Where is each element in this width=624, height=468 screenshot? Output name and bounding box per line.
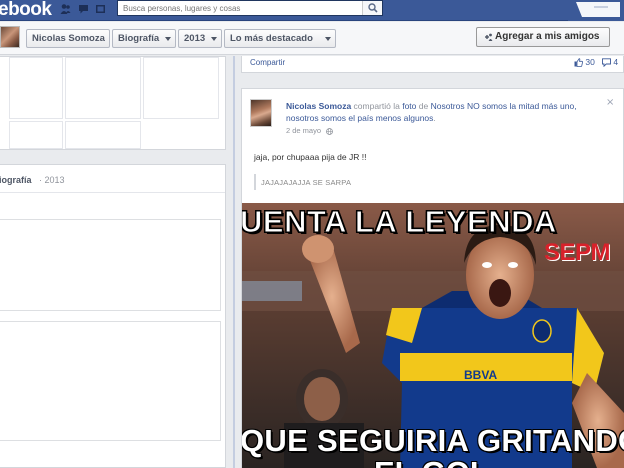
- add-friend-icon: [485, 33, 493, 41]
- nav-highlights-dropdown[interactable]: Lo más destacado: [224, 29, 336, 48]
- section-title: iografía: [0, 175, 32, 185]
- add-friend-label: Agregar a mis amigos: [495, 31, 600, 42]
- nav-highlights-label: Lo más destacado: [230, 33, 313, 44]
- nav-year-dropdown[interactable]: 2013: [178, 29, 222, 48]
- photo-watermark: SEPM: [544, 239, 611, 266]
- share-link[interactable]: Compartir: [250, 58, 285, 67]
- author-name-link[interactable]: Nicolas Somoza: [286, 101, 351, 111]
- meme-caption-bottom: QUE SEGUIRIA GRITANDO: [242, 423, 624, 458]
- author-avatar[interactable]: [250, 99, 272, 127]
- post-header: Nicolas Somoza compartió la foto de Noso…: [286, 100, 606, 124]
- add-friend-button[interactable]: Agregar a mis amigos: [476, 27, 610, 47]
- chevron-down-icon: [211, 37, 217, 41]
- photo-tile[interactable]: [143, 57, 219, 119]
- photos-box: [0, 56, 226, 150]
- post-date[interactable]: 2 de mayo: [286, 126, 321, 135]
- nav-year-label: 2013: [184, 33, 206, 44]
- hide-post-icon[interactable]: ×: [606, 97, 614, 108]
- friend-requests-icon[interactable]: [60, 3, 71, 15]
- quoted-caption-text: JAJAJAJAJJA SE SARPA: [261, 178, 352, 187]
- search-input[interactable]: [118, 1, 362, 15]
- post-action-text: compartió la: [351, 101, 403, 111]
- section-header: iografía · 2013: [0, 165, 225, 193]
- nav-profile-name-label: Nicolas Somoza: [32, 33, 105, 44]
- chevron-down-icon: [165, 37, 171, 41]
- photo-link[interactable]: foto: [402, 101, 416, 111]
- nav-timeline-dropdown[interactable]: Biografía: [112, 29, 176, 48]
- comment-count-value: 4: [613, 57, 619, 67]
- previous-post-footer: Compartir 30 4: [241, 56, 624, 73]
- messages-icon[interactable]: [78, 3, 89, 15]
- activity-card: [0, 219, 221, 311]
- post-date-row: 2 de mayo: [286, 126, 334, 135]
- timeline-line: [233, 56, 235, 468]
- nav-timeline-label: Biografía: [118, 33, 160, 44]
- activity-card: [0, 321, 221, 441]
- globe-icon[interactable]: [326, 127, 334, 135]
- meme-caption-top: UENTA LA LEYENDA: [242, 204, 557, 240]
- top-navigation-bar: ebook: [0, 0, 624, 21]
- search-box: [117, 0, 383, 16]
- section-year: · 2013: [39, 175, 65, 185]
- account-menu-icon[interactable]: [568, 0, 624, 21]
- timeline-section: iografía · 2013: [0, 164, 226, 468]
- comment-icon: [602, 58, 611, 68]
- search-button[interactable]: [362, 1, 382, 15]
- meme-caption-bottom-line2: EL GOL: [374, 455, 534, 468]
- facebook-logo[interactable]: ebook: [0, 0, 52, 21]
- quoted-caption: JAJAJAJAJJA SE SARPA: [254, 174, 394, 190]
- search-icon: [368, 3, 378, 13]
- like-count-value: 30: [585, 57, 595, 67]
- notifications-icon[interactable]: [95, 3, 106, 15]
- thumbs-up-icon: [574, 58, 583, 68]
- like-count[interactable]: 30: [574, 57, 595, 68]
- timeline-spine: [227, 56, 241, 468]
- post-message: jaja, por chupaaa pija de JR !!: [254, 152, 367, 162]
- photo-tile[interactable]: [65, 57, 141, 119]
- shared-photo[interactable]: BBVA SEPM UENTA LA LEYENDA QUE SEGUIRIA …: [242, 203, 624, 468]
- photo-tile[interactable]: [65, 121, 141, 149]
- photo-tile[interactable]: [9, 121, 63, 149]
- chevron-down-icon: [325, 37, 331, 41]
- profile-thumbnail[interactable]: [0, 26, 20, 48]
- post-end-text: .: [433, 113, 436, 123]
- post-of-text: de: [416, 101, 431, 111]
- svg-text:BBVA: BBVA: [464, 368, 497, 382]
- photo-tile[interactable]: [9, 57, 63, 119]
- nav-profile-name[interactable]: Nicolas Somoza: [26, 29, 110, 48]
- timeline-navbar: Nicolas Somoza Biografía 2013 Lo más des…: [0, 22, 624, 55]
- comment-count[interactable]: 4: [602, 57, 619, 68]
